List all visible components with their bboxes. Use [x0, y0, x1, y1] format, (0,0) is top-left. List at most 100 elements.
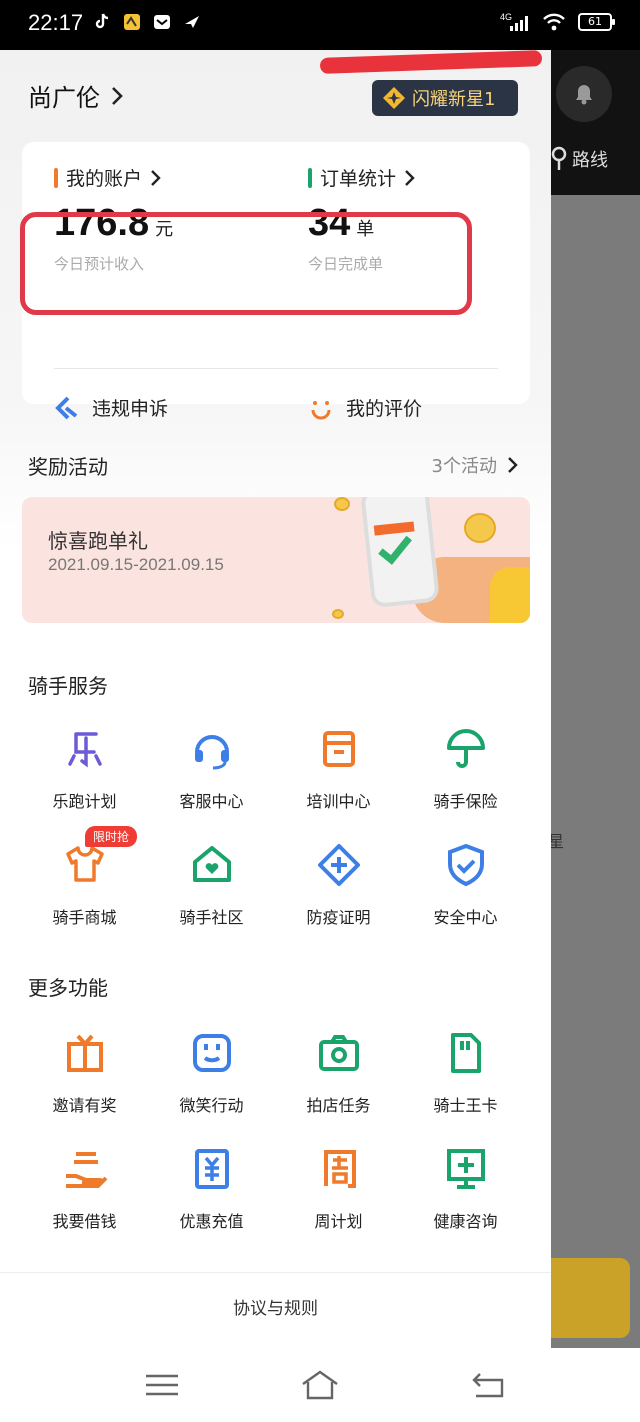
function-item[interactable]: 拍店任务	[275, 1022, 402, 1138]
function-item[interactable]: 邀请有奖	[21, 1022, 148, 1138]
coin-illustration	[332, 609, 344, 619]
function-label: 我要借钱	[52, 1212, 117, 1231]
umbrella-icon	[446, 729, 485, 768]
training-box-icon	[322, 731, 355, 767]
recharge-icon	[194, 1149, 229, 1189]
stats-divider	[54, 368, 498, 369]
house-heart-icon	[192, 846, 231, 882]
profile-link[interactable]: 尚广伦	[28, 78, 124, 113]
service-item[interactable]: 培训中心	[275, 718, 402, 834]
app-icon	[124, 14, 140, 30]
status-right: 4G 61	[500, 12, 615, 32]
function-item[interactable]: 骑士王卡	[402, 1022, 529, 1138]
route-label: 路线	[572, 150, 608, 171]
system-nav-bar	[0, 1348, 640, 1422]
rewards-title: 奖励活动	[28, 455, 108, 479]
rider-services-title: 骑手服务	[28, 674, 108, 698]
service-item[interactable]: 安全中心	[402, 834, 529, 950]
wifi-icon	[543, 13, 565, 31]
service-item[interactable]: 客服中心	[148, 718, 275, 834]
limited-offer-tag: 限时抢	[85, 826, 138, 847]
home-icon[interactable]	[300, 1368, 340, 1402]
svg-text:4G: 4G	[500, 12, 512, 22]
menu-icon[interactable]	[142, 1368, 182, 1402]
function-item[interactable]: 我要借钱	[21, 1138, 148, 1254]
service-label: 培训中心	[306, 792, 371, 811]
activities-link[interactable]: 3个活动	[432, 452, 519, 478]
more-functions-title: 更多功能	[28, 976, 108, 1000]
shield-icon	[447, 843, 484, 887]
battery-icon: 61	[578, 13, 615, 31]
function-label: 骑士王卡	[433, 1096, 498, 1115]
function-label: 优惠充值	[179, 1212, 244, 1231]
route-pin-icon	[551, 146, 567, 170]
service-label: 客服中心	[179, 792, 244, 811]
reward-banner[interactable]: 惊喜跑单礼 2021.09.15-2021.09.15	[22, 497, 530, 623]
appeal-link[interactable]: 违规申诉	[54, 394, 168, 421]
coin-illustration	[334, 497, 350, 511]
service-item[interactable]: 乐跑计划	[21, 718, 148, 834]
function-label: 微笑行动	[179, 1096, 244, 1115]
route-button[interactable]: 路线	[550, 146, 608, 172]
orders-label: 订单统计	[320, 168, 397, 190]
chevron-right-icon	[151, 169, 161, 186]
activities-count: 3个活动	[431, 456, 497, 477]
reviews-label: 我的评价	[346, 398, 423, 420]
week-plan-icon	[323, 1150, 356, 1188]
background-action-button[interactable]	[540, 1258, 630, 1338]
sim-card-icon	[450, 1033, 481, 1073]
rider-services-grid: 乐跑计划 客服中心 培训中心 骑手保险 限时抢 骑手商城 骑手社区 防疫证明 安…	[0, 718, 551, 950]
function-item[interactable]: 微笑行动	[148, 1022, 275, 1138]
function-label: 健康咨询	[433, 1212, 498, 1231]
service-item[interactable]: 骑手社区	[148, 834, 275, 950]
function-item[interactable]: 周计划	[275, 1138, 402, 1254]
appeal-label: 违规申诉	[92, 398, 169, 420]
bell-icon	[576, 85, 592, 105]
appeal-icon	[55, 396, 78, 419]
mail-icon	[154, 15, 170, 29]
user-name: 尚广伦	[28, 84, 100, 112]
bird-icon	[185, 16, 199, 28]
account-label: 我的账户	[66, 168, 143, 190]
banner-title: 惊喜跑单礼	[48, 529, 148, 553]
gift-icon	[66, 1034, 103, 1072]
smile-icon	[311, 400, 331, 419]
reviews-link[interactable]: 我的评价	[308, 394, 422, 421]
service-label: 骑手保险	[433, 792, 498, 811]
service-label: 安全中心	[433, 908, 498, 927]
level-badge[interactable]: 闪耀新星1	[372, 80, 518, 116]
level-badge-label: 闪耀新星1	[412, 89, 496, 110]
tiktok-icon	[95, 13, 109, 29]
status-bar: 22:17 4G 61	[0, 0, 640, 50]
camera-icon	[318, 1035, 359, 1071]
star-diamond-icon	[383, 87, 405, 109]
service-label: 防疫证明	[306, 908, 371, 927]
medical-plus-icon	[317, 844, 360, 886]
function-label: 拍店任务	[306, 1096, 371, 1115]
red-highlight-annotation	[20, 212, 472, 315]
account-indicator	[54, 167, 58, 188]
headset-icon	[194, 735, 229, 770]
service-item[interactable]: 骑手保险	[402, 718, 529, 834]
hand-money-icon	[65, 1152, 107, 1188]
function-label: 邀请有奖	[52, 1096, 117, 1115]
orders-indicator	[308, 167, 312, 188]
chevron-right-icon	[405, 169, 415, 186]
sleeve-illustration	[490, 567, 530, 623]
function-label: 周计划	[314, 1212, 363, 1231]
chevron-right-icon	[508, 457, 518, 473]
back-icon[interactable]	[468, 1368, 508, 1402]
notification-icons	[92, 12, 202, 32]
bell-button[interactable]	[556, 66, 612, 122]
service-item[interactable]: 防疫证明	[275, 834, 402, 950]
service-label: 乐跑计划	[52, 792, 117, 811]
smile-face-icon	[192, 1034, 231, 1072]
service-item[interactable]: 限时抢 骑手商城	[21, 826, 148, 950]
banner-date: 2021.09.15-2021.09.15	[48, 555, 224, 574]
coin-illustration	[464, 513, 496, 543]
function-item[interactable]: 健康咨询	[402, 1138, 529, 1254]
health-monitor-icon	[446, 1149, 485, 1189]
function-item[interactable]: 优惠充值	[148, 1138, 275, 1254]
agreement-rules-link[interactable]: 协议与规则	[0, 1272, 551, 1348]
signal-icon: 4G	[500, 12, 528, 31]
